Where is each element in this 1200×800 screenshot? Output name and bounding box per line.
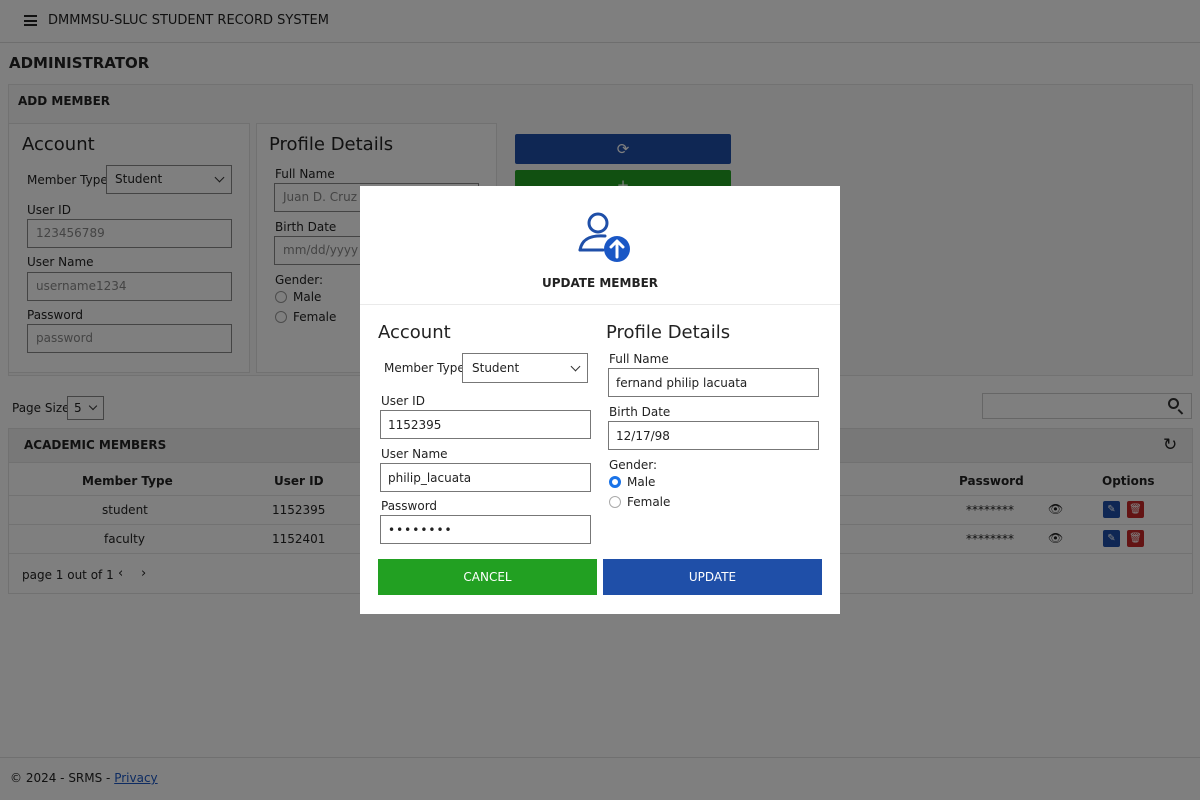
modal-full-name-input[interactable]: fernand philip lacuata <box>608 368 819 397</box>
modal-account-heading: Account <box>378 322 451 343</box>
modal-title: UPDATE MEMBER <box>541 276 659 290</box>
chevron-down-icon <box>570 361 581 372</box>
modal-full-name-label: Full Name <box>609 352 669 366</box>
user-upload-icon <box>578 212 630 262</box>
modal-password-input[interactable]: •••••••• <box>380 515 591 544</box>
modal-gender-label: Gender: <box>609 458 658 472</box>
modal-gender-male-label: Male <box>627 475 656 489</box>
modal-profile-heading: Profile Details <box>606 322 731 343</box>
modal-password-label: Password <box>381 499 438 513</box>
modal-gender-female-radio[interactable] <box>609 496 621 508</box>
modal-member-type-label: Member Type <box>384 361 465 375</box>
modal-user-name-label: User Name <box>381 447 448 461</box>
modal-user-name-input[interactable]: philip_lacuata <box>380 463 591 492</box>
modal-member-type-select[interactable]: Student <box>462 353 588 383</box>
modal-header-divider <box>360 304 840 305</box>
modal-gender-female-label: Female <box>627 495 671 509</box>
modal-user-id-input[interactable]: 1152395 <box>380 410 591 439</box>
cancel-button[interactable]: CANCEL <box>378 559 597 595</box>
modal-birth-date-label: Birth Date <box>609 405 671 419</box>
modal-gender-male-radio[interactable] <box>609 476 621 488</box>
update-member-modal: UPDATE MEMBER Account Member Type Studen… <box>360 186 840 614</box>
modal-user-id-label: User ID <box>381 394 425 408</box>
modal-birth-date-input[interactable]: 12/17/98 <box>608 421 819 450</box>
update-button[interactable]: UPDATE <box>603 559 822 595</box>
